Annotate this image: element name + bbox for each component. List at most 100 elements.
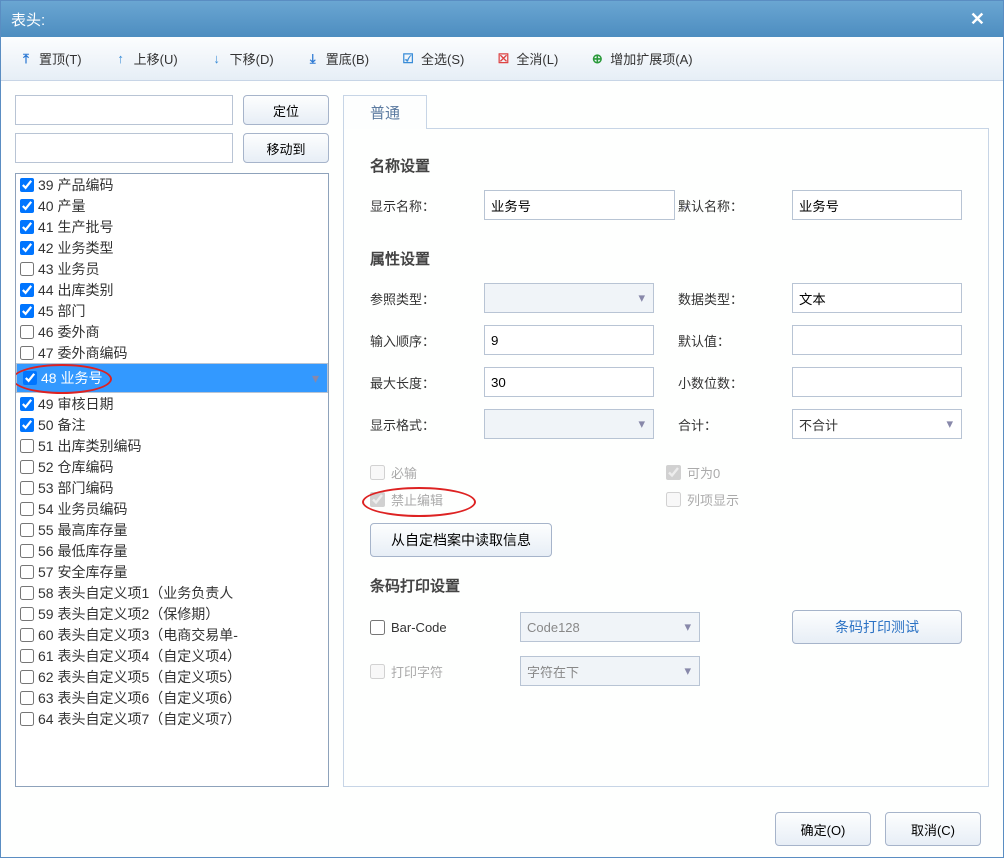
list-item[interactable]: 40 产量	[16, 195, 328, 216]
list-item-checkbox[interactable]	[20, 178, 34, 192]
list-item-checkbox[interactable]	[20, 670, 34, 684]
list-item[interactable]: 42 业务类型	[16, 237, 328, 258]
list-item-checkbox[interactable]	[20, 628, 34, 642]
locate-box: 定位 移动到	[15, 95, 329, 163]
list-item-checkbox[interactable]	[20, 199, 34, 213]
sum-select[interactable]: 不合计	[792, 409, 962, 439]
list-item-checkbox[interactable]	[20, 691, 34, 705]
list-item-label: 59 表头自定义项2（保修期）	[38, 604, 219, 624]
dispname-input[interactable]	[484, 190, 675, 220]
list-item-label: 55 最高库存量	[38, 520, 127, 540]
close-icon[interactable]: ✕	[962, 5, 993, 34]
list-item-checkbox[interactable]	[20, 439, 34, 453]
add-ext-button[interactable]: ⊕增加扩展项(A)	[578, 45, 702, 72]
list-item-label: 62 表头自定义项5（自定义项5）	[38, 667, 241, 687]
down-button[interactable]: ↓下移(D)	[198, 45, 284, 72]
list-item-checkbox[interactable]	[20, 220, 34, 234]
select-all-icon: ☑	[399, 51, 417, 67]
reftype-select[interactable]	[484, 283, 654, 313]
lbl-order: 输入顺序：	[370, 331, 460, 350]
list-item[interactable]: 48 业务号	[16, 363, 328, 393]
list-item[interactable]: 64 表头自定义项7（自定义项7）	[16, 708, 328, 729]
list-item-label: 40 产量	[38, 196, 85, 216]
up-button[interactable]: ↑上移(U)	[102, 45, 188, 72]
list-item-label: 51 出库类别编码	[38, 436, 141, 456]
list-item-checkbox[interactable]	[23, 371, 37, 385]
chk-barcode[interactable]: Bar-Code	[370, 620, 500, 635]
list-item[interactable]: 46 委外商	[16, 321, 328, 342]
up-icon: ↑	[112, 51, 130, 66]
list-item-checkbox[interactable]	[20, 481, 34, 495]
lbl-fmt: 显示格式：	[370, 415, 460, 434]
default-input[interactable]	[792, 325, 962, 355]
locate-input[interactable]	[15, 95, 233, 125]
list-item[interactable]: 47 委外商编码	[16, 342, 328, 363]
list-item[interactable]: 56 最低库存量	[16, 540, 328, 561]
select-all-button[interactable]: ☑全选(S)	[389, 45, 474, 72]
list-item-label: 58 表头自定义项1（业务负责人	[38, 583, 233, 603]
list-item-checkbox[interactable]	[20, 262, 34, 276]
chk-zero: 可为0	[666, 463, 962, 482]
list-item-checkbox[interactable]	[20, 241, 34, 255]
list-item-checkbox[interactable]	[20, 346, 34, 360]
moveto-input[interactable]	[15, 133, 233, 163]
sec-attr: 属性设置	[370, 248, 962, 269]
list-item[interactable]: 49 审核日期	[16, 393, 328, 414]
list-item[interactable]: 59 表头自定义项2（保修期）	[16, 603, 328, 624]
list-item[interactable]: 54 业务员编码	[16, 498, 328, 519]
list-item-checkbox[interactable]	[20, 586, 34, 600]
list-item[interactable]: 50 备注	[16, 414, 328, 435]
list-item[interactable]: 55 最高库存量	[16, 519, 328, 540]
list-item[interactable]: 41 生产批号	[16, 216, 328, 237]
list-item[interactable]: 60 表头自定义项3（电商交易单-	[16, 624, 328, 645]
list-item[interactable]: 53 部门编码	[16, 477, 328, 498]
bottom-button[interactable]: ⤓置底(B)	[294, 45, 379, 72]
print-test-button[interactable]: 条码打印测试	[792, 610, 962, 644]
list-item[interactable]: 63 表头自定义项6（自定义项6）	[16, 687, 328, 708]
list-item[interactable]: 39 产品编码	[16, 174, 328, 195]
list-item[interactable]: 45 部门	[16, 300, 328, 321]
order-input[interactable]	[484, 325, 654, 355]
list-item[interactable]: 57 安全库存量	[16, 561, 328, 582]
maxlen-input[interactable]	[484, 367, 654, 397]
deselect-all-button[interactable]: ☒全消(L)	[484, 45, 568, 72]
list-item-label: 63 表头自定义项6（自定义项6）	[38, 688, 241, 708]
list-item-checkbox[interactable]	[20, 397, 34, 411]
list-item-checkbox[interactable]	[20, 712, 34, 726]
list-item-checkbox[interactable]	[20, 649, 34, 663]
datatype-input[interactable]	[792, 283, 962, 313]
list-item[interactable]: 58 表头自定义项1（业务负责人	[16, 582, 328, 603]
tab-normal[interactable]: 普通	[343, 95, 427, 129]
list-item[interactable]: 62 表头自定义项5（自定义项5）	[16, 666, 328, 687]
list-item-checkbox[interactable]	[20, 523, 34, 537]
field-list[interactable]: 39 产品编码40 产量41 生产批号42 业务类型43 业务员44 出库类别4…	[15, 173, 329, 787]
locate-button[interactable]: 定位	[243, 95, 329, 125]
list-item-checkbox[interactable]	[20, 607, 34, 621]
printchar-select[interactable]: 字符在下	[520, 656, 700, 686]
list-item-checkbox[interactable]	[20, 418, 34, 432]
list-item[interactable]: 51 出库类别编码	[16, 435, 328, 456]
list-item[interactable]: 61 表头自定义项4（自定义项4）	[16, 645, 328, 666]
list-item[interactable]: 43 业务员	[16, 258, 328, 279]
list-item-checkbox[interactable]	[20, 502, 34, 516]
defname-input[interactable]	[792, 190, 962, 220]
list-item-label: 46 委外商	[38, 322, 99, 342]
ok-button[interactable]: 确定(O)	[775, 812, 871, 846]
read-archive-button[interactable]: 从自定档案中读取信息	[370, 523, 552, 557]
fmt-select[interactable]	[484, 409, 654, 439]
dec-input[interactable]	[792, 367, 962, 397]
list-item-label: 45 部门	[38, 301, 85, 321]
list-item-checkbox[interactable]	[20, 325, 34, 339]
right-panel: 普通 名称设置 显示名称： ⌄ 默认名称： 属性设置 参照类型：	[343, 95, 989, 787]
list-item[interactable]: 44 出库类别	[16, 279, 328, 300]
barcode-select[interactable]: Code128	[520, 612, 700, 642]
list-item-checkbox[interactable]	[20, 460, 34, 474]
list-item-checkbox[interactable]	[20, 304, 34, 318]
moveto-button[interactable]: 移动到	[243, 133, 329, 163]
list-item-checkbox[interactable]	[20, 283, 34, 297]
list-item-checkbox[interactable]	[20, 544, 34, 558]
list-item-checkbox[interactable]	[20, 565, 34, 579]
list-item[interactable]: 52 仓库编码	[16, 456, 328, 477]
cancel-button[interactable]: 取消(C)	[885, 812, 981, 846]
top-button[interactable]: ⤒置顶(T)	[7, 45, 92, 72]
